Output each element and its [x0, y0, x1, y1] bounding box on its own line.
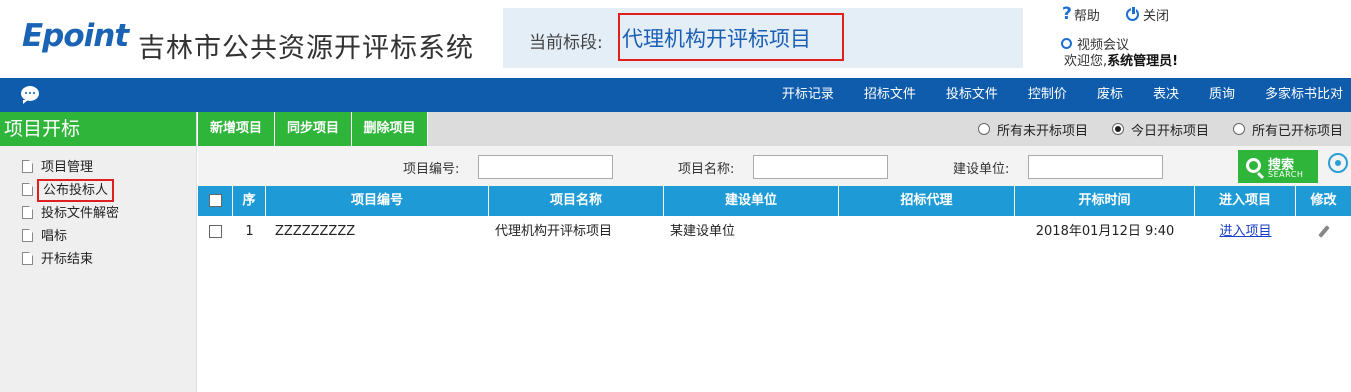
radio-circle-checked[interactable] — [1111, 123, 1124, 135]
project-name-label: 项目名称: — [678, 162, 735, 177]
edit-pencil-icon[interactable] — [1317, 225, 1330, 238]
search-button-sublabel: SEARCH — [1268, 170, 1304, 179]
toolbar: 新增项目 同步项目 删除项目 所有未开标项目 今日开标项目 所有已开标项目 — [198, 112, 1351, 146]
column-header-index: 序 — [233, 186, 266, 216]
builder-input[interactable] — [1028, 155, 1163, 179]
document-icon — [22, 252, 33, 265]
close-label: 关闭 — [1143, 9, 1170, 24]
radio-circle[interactable] — [1232, 123, 1245, 135]
sidebar-item-label: 唱标 — [41, 229, 68, 244]
project-no-label: 项目编号: — [403, 162, 460, 177]
sync-project-button[interactable]: 同步项目 — [275, 112, 352, 146]
sidebar-title: 项目开标 — [0, 112, 196, 146]
cell-agent — [839, 217, 1015, 247]
cell-open-time: 2018年01月12日 9:40 — [1035, 224, 1175, 239]
app-root: Epoint 吉林市公共资源开评标系统 当前标段: 代理机构开评标项目 ? 帮助… — [0, 0, 1351, 392]
help-label: 帮助 — [1073, 8, 1100, 24]
sidebar-item-publish-bidders[interactable]: 公布投标人 — [0, 179, 196, 202]
chat-icon[interactable] — [21, 86, 39, 104]
stage-label: 当前标段: — [529, 33, 603, 53]
document-icon — [22, 206, 33, 219]
nav-item-control-price[interactable]: 控制价 — [1013, 78, 1082, 112]
radio-label: 所有未开标项目 — [996, 123, 1088, 139]
nav-item-vote[interactable]: 表决 — [1138, 78, 1194, 112]
power-icon — [1126, 6, 1139, 21]
sidebar-item-bid-reading[interactable]: 唱标 — [0, 225, 196, 248]
nav-item-inquiry[interactable]: 质询 — [1194, 78, 1250, 112]
sidebar-list: 项目管理 公布投标人 投标文件解密 唱标 开标结束 — [0, 146, 196, 271]
document-icon — [22, 160, 33, 173]
nav-item-tender-files[interactable]: 招标文件 — [849, 78, 931, 112]
welcome-prefix: 欢迎您, — [1064, 54, 1108, 69]
enter-project-link[interactable]: 进入项目 — [1219, 224, 1271, 239]
table-row: 1 ZZZZZZZZZ 代理机构开评标项目 某建设单位 2018年01月12日 … — [198, 217, 1351, 247]
sidebar-item-label: 项目管理 — [41, 160, 94, 175]
welcome-user: 系统管理员! — [1107, 54, 1179, 69]
project-no-input[interactable] — [478, 155, 613, 179]
nav-item-invalid-bid[interactable]: 废标 — [1082, 78, 1138, 112]
video-icon — [1061, 38, 1072, 49]
header: Epoint 吉林市公共资源开评标系统 当前标段: 代理机构开评标项目 ? 帮助… — [0, 0, 1351, 78]
document-icon — [22, 229, 33, 242]
radio-today[interactable]: 今日开标项目 — [1111, 120, 1209, 139]
help-icon: ? — [1062, 4, 1072, 24]
cell-project-no: ZZZZZZZZZ — [275, 224, 356, 239]
sidebar-item-label: 公布投标人 — [36, 179, 115, 202]
table-header: 序 项目编号 项目名称 建设单位 招标代理 开标时间 进入项目 修改 — [198, 186, 1351, 216]
select-all-checkbox[interactable] — [208, 194, 222, 207]
document-icon — [22, 183, 33, 196]
sidebar-item-label: 投标文件解密 — [41, 206, 120, 221]
sidebar-item-opening-end[interactable]: 开标结束 — [0, 248, 196, 271]
row-select-cell — [198, 217, 233, 247]
add-project-button[interactable]: 新增项目 — [198, 112, 275, 146]
column-header-edit: 修改 — [1310, 193, 1337, 208]
cell-builder: 某建设单位 — [670, 224, 736, 239]
radio-circle[interactable] — [977, 123, 990, 135]
radio-all-opened[interactable]: 所有已开标项目 — [1232, 120, 1343, 139]
nav-items: 开标记录 招标文件 投标文件 控制价 废标 表决 质询 多家标书比对 — [767, 78, 1351, 112]
nav-item-bid-compare[interactable]: 多家标书比对 — [1250, 78, 1351, 112]
column-header-agent: 招标代理 — [839, 186, 1015, 216]
sidebar: 项目开标 项目管理 公布投标人 投标文件解密 唱标 开标结束 — [0, 112, 197, 392]
sidebar-item-label: 开标结束 — [41, 252, 94, 267]
column-header-enter: 进入项目 — [1195, 186, 1296, 216]
close-link[interactable]: 关闭 — [1126, 5, 1169, 24]
header-select-all[interactable] — [198, 186, 233, 216]
search-bar: 项目编号: 项目名称: 建设单位: 搜索 SEARCH — [198, 146, 1351, 186]
radio-all-unopened[interactable]: 所有未开标项目 — [977, 120, 1088, 139]
builder-label: 建设单位: — [953, 162, 1010, 177]
row-checkbox[interactable] — [209, 225, 222, 238]
search-button[interactable]: 搜索 SEARCH — [1238, 150, 1318, 183]
radio-label: 所有已开标项目 — [1251, 123, 1343, 139]
epoint-logo: Epoint — [22, 18, 129, 54]
radio-label: 今日开标项目 — [1130, 123, 1209, 139]
current-stage-panel: 当前标段: 代理机构开评标项目 — [503, 8, 1023, 68]
nav-item-bid-files[interactable]: 投标文件 — [931, 78, 1013, 112]
target-icon[interactable] — [1328, 153, 1348, 173]
sidebar-item-decrypt-bid-files[interactable]: 投标文件解密 — [0, 202, 196, 225]
help-link[interactable]: ? 帮助 — [1062, 4, 1100, 24]
column-header-project-no: 项目编号 — [266, 186, 489, 216]
delete-project-button[interactable]: 删除项目 — [352, 112, 428, 146]
filter-radios: 所有未开标项目 今日开标项目 所有已开标项目 — [977, 112, 1343, 146]
system-title: 吉林市公共资源开评标系统 — [138, 33, 474, 64]
cell-project-name: 代理机构开评标项目 — [495, 224, 613, 239]
welcome-text: 欢迎您,系统管理员! — [1064, 50, 1178, 69]
top-nav-bar: 开标记录 招标文件 投标文件 控制价 废标 表决 质询 多家标书比对 — [0, 78, 1351, 112]
cell-index: 1 — [245, 224, 254, 239]
cell-enter: 进入项目 — [1195, 217, 1296, 247]
cell-edit — [1296, 217, 1351, 247]
nav-item-opening-records[interactable]: 开标记录 — [767, 78, 849, 112]
column-header-open-time: 开标时间 — [1015, 186, 1195, 216]
stage-value: 代理机构开评标项目 — [618, 13, 844, 61]
project-name-input[interactable] — [753, 155, 888, 179]
search-icon — [1246, 158, 1261, 173]
sidebar-item-project-management[interactable]: 项目管理 — [0, 156, 196, 179]
column-header-builder: 建设单位 — [664, 186, 839, 216]
column-header-project-name: 项目名称 — [489, 186, 664, 216]
